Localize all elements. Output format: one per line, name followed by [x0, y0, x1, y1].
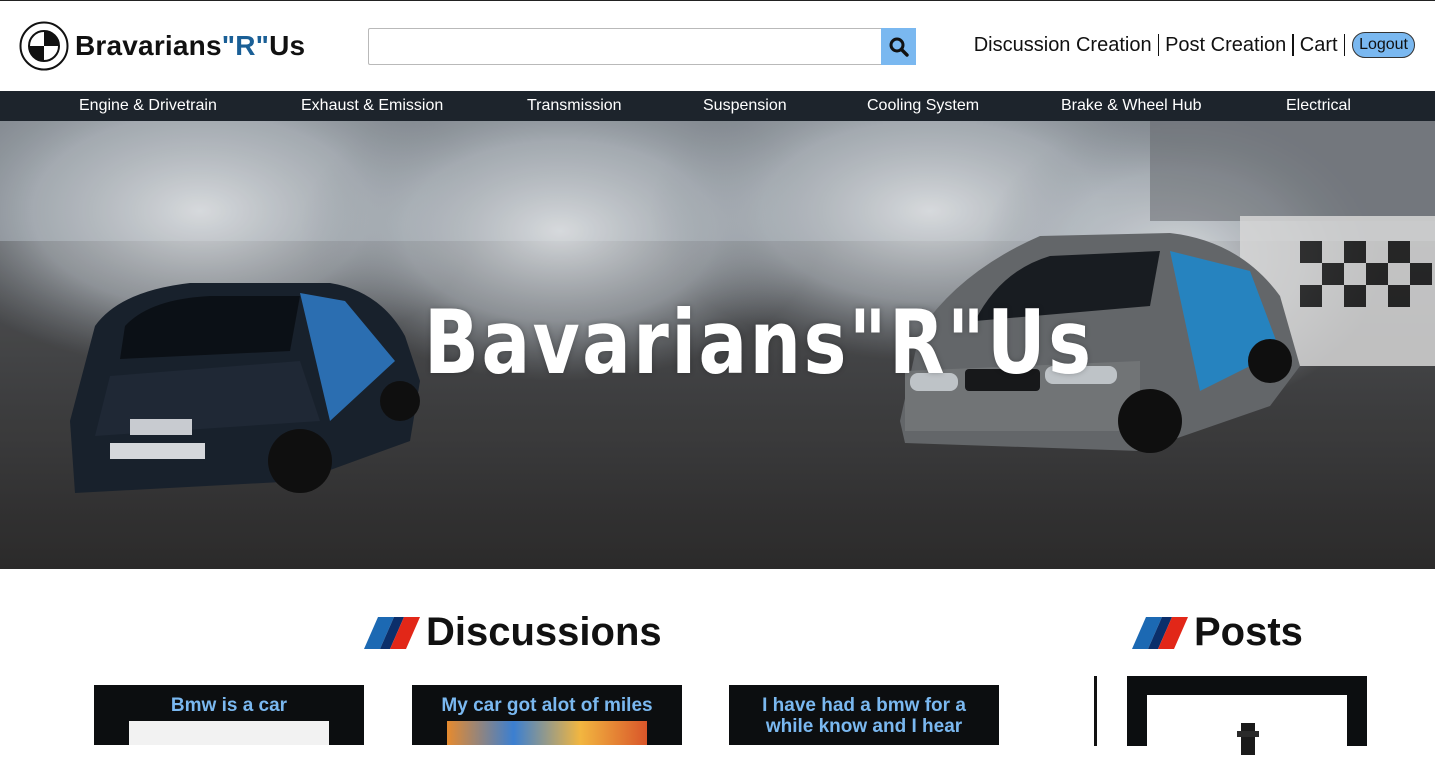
discussions-title: Discussions — [426, 610, 662, 654]
nav-separator — [1343, 34, 1346, 56]
category-electrical[interactable]: Electrical — [1286, 91, 1351, 121]
part-icon — [1237, 723, 1259, 755]
section-divider — [1094, 676, 1097, 746]
brand-name: Bravarians"R"Us — [75, 30, 306, 61]
search-button[interactable] — [881, 28, 916, 65]
category-exhaust-emission[interactable]: Exhaust & Emission — [301, 91, 443, 121]
discussion-card-title[interactable]: Bmw is a car — [94, 685, 364, 716]
search-bar — [368, 28, 916, 65]
hero-title: Bavarians"R"Us — [424, 291, 1094, 394]
category-engine-drivetrain[interactable]: Engine & Drivetrain — [79, 91, 217, 121]
category-bar: Engine & Drivetrain Exhaust & Emission T… — [0, 91, 1435, 121]
post-card[interactable] — [1127, 676, 1367, 755]
discussion-creation-link[interactable]: Discussion Creation — [968, 32, 1158, 58]
logo[interactable]: BMW Bravarians"R"Us — [19, 21, 305, 71]
header-nav: Discussion Creation Post Creation Cart L… — [968, 32, 1415, 58]
discussion-card-title[interactable]: My car got alot of miles — [412, 685, 682, 716]
category-transmission[interactable]: Transmission — [527, 91, 622, 121]
category-brake-wheel-hub[interactable]: Brake & Wheel Hub — [1061, 91, 1202, 121]
m-stripes-icon — [364, 616, 420, 649]
discussion-card[interactable]: Bmw is a car — [94, 685, 364, 745]
m-stripes-icon — [1132, 616, 1188, 649]
discussion-card[interactable]: My car got alot of miles — [412, 685, 682, 745]
search-icon — [889, 37, 909, 57]
bmw-logo-icon: BMW — [19, 21, 69, 71]
logout-button[interactable]: Logout — [1352, 32, 1415, 58]
category-suspension[interactable]: Suspension — [703, 91, 787, 121]
category-cooling-system[interactable]: Cooling System — [867, 91, 979, 121]
discussion-card-title[interactable]: I have had a bmw for a while know and I … — [729, 685, 999, 737]
discussions-heading: Discussions — [364, 610, 662, 655]
posts-heading: Posts — [1132, 610, 1303, 655]
discussion-card-image — [447, 721, 647, 745]
post-creation-link[interactable]: Post Creation — [1159, 32, 1292, 58]
discussion-card-image — [129, 721, 329, 745]
post-card-image — [1147, 695, 1347, 755]
header: BMW Bravarians"R"Us Discussion Creation … — [0, 1, 1435, 91]
hero-banner: Bavarians"R"Us — [0, 121, 1435, 569]
cart-link[interactable]: Cart — [1294, 32, 1344, 58]
posts-title: Posts — [1194, 610, 1303, 654]
search-input[interactable] — [368, 28, 891, 65]
discussion-card[interactable]: I have had a bmw for a while know and I … — [729, 685, 999, 745]
svg-text:BMW: BMW — [37, 26, 52, 32]
